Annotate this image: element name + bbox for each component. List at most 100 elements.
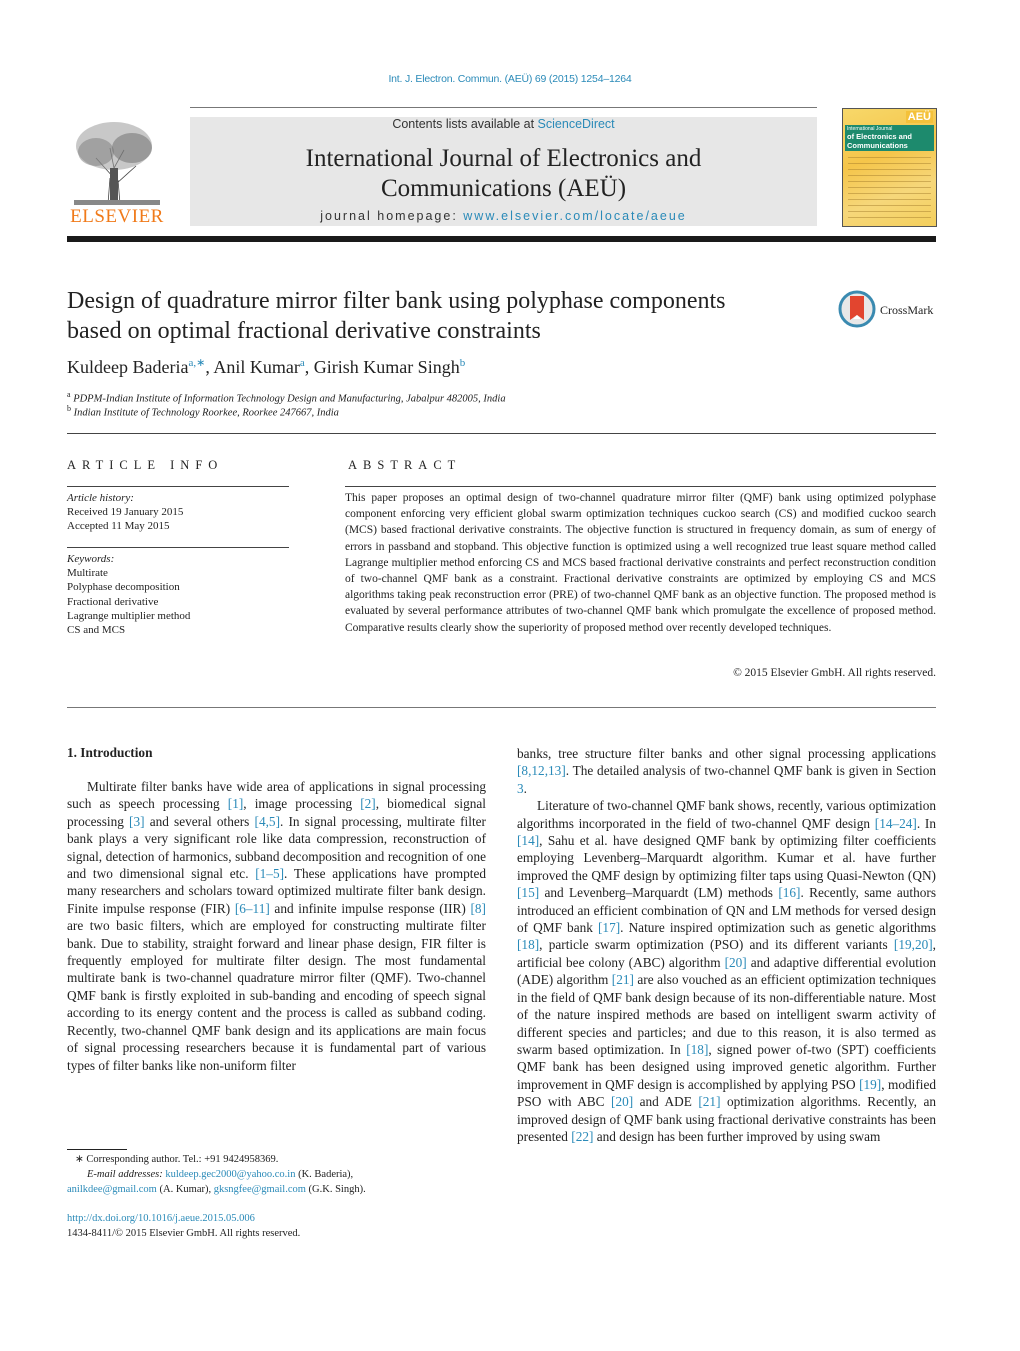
paragraph: banks, tree structure filter banks and o… — [517, 746, 936, 796]
footnote-rule — [67, 1149, 127, 1150]
author-name[interactable]: Anil Kumar — [213, 357, 299, 377]
reference-link[interactable]: [19] — [859, 1077, 881, 1092]
abstract-copyright: © 2015 Elsevier GmbH. All rights reserve… — [733, 667, 936, 679]
elsevier-wordmark: ELSEVIER — [70, 206, 164, 227]
affiliation-marker: b — [67, 404, 71, 413]
reference-link[interactable]: [18] — [517, 937, 539, 952]
reference-link[interactable]: [20] — [611, 1094, 633, 1109]
article-history-label: Article history: — [67, 492, 134, 504]
cover-title-line-2: of Electronics and — [847, 132, 913, 141]
reference-link[interactable]: [1] — [228, 796, 244, 811]
author-name[interactable]: Girish Kumar Singh — [314, 357, 460, 377]
reference-link[interactable]: [21] — [698, 1094, 720, 1109]
section-heading-introduction: 1. Introduction — [67, 745, 153, 760]
header-thick-rule — [67, 236, 936, 242]
author-list: Kuldeep Baderiaa,∗, Anil Kumara, Girish … — [67, 357, 466, 377]
header-top-rule — [190, 107, 817, 108]
affiliation-text: Indian Institute of Technology Roorkee, … — [73, 407, 339, 419]
keywords-label: Keywords: — [67, 553, 115, 565]
cover-contents-lines — [848, 157, 931, 218]
received-date: Received 19 January 2015 — [67, 506, 184, 519]
doi-block: http://dx.doi.org/10.1016/j.aeue.2015.05… — [67, 1211, 487, 1241]
reference-link[interactable]: [16] — [778, 885, 800, 900]
reference-link[interactable]: [22] — [571, 1129, 593, 1144]
reference-link[interactable]: [4,5] — [255, 814, 280, 829]
article-title-line-1: Design of quadrature mirror filter bank … — [67, 288, 726, 314]
keywords-divider — [67, 547, 289, 548]
accepted-date: Accepted 11 May 2015 — [67, 520, 170, 533]
reference-link[interactable]: [21] — [612, 972, 634, 987]
cover-title-band: International Journal of Electronics and… — [845, 125, 934, 151]
reference-link[interactable]: 3 — [517, 781, 524, 796]
homepage-label: journal homepage: — [320, 209, 464, 223]
contents-prefix: Contents lists available at — [392, 117, 538, 131]
email-owner: (K. Baderia), — [295, 1169, 354, 1180]
reference-link[interactable]: [20] — [725, 955, 747, 970]
authors-divider — [67, 433, 936, 434]
article-info-divider — [67, 486, 289, 487]
contents-line: Contents lists available at ScienceDirec… — [190, 117, 817, 131]
elsevier-logo[interactable]: ELSEVIER — [66, 118, 168, 228]
author-affiliation-marker[interactable]: a — [300, 357, 305, 369]
email-addresses-line: E-mail addresses: kuldeep.gec2000@yahoo.… — [67, 1167, 487, 1182]
crossmark-badge[interactable]: CrossMark — [838, 290, 938, 330]
affiliation: b Indian Institute of Technology Roorkee… — [67, 404, 339, 419]
abstract-heading: ABSTRACT — [348, 458, 462, 472]
affiliation-text: PDPM-Indian Institute of Information Tec… — [73, 393, 506, 405]
cover-tag: AEÜ — [905, 111, 933, 123]
reference-link[interactable]: [3] — [129, 814, 145, 829]
cover-title-line-3: Communications — [847, 141, 908, 150]
journal-header: Contents lists available at ScienceDirec… — [190, 117, 817, 226]
reference-link[interactable]: [8] — [470, 901, 486, 916]
author-affiliation-marker[interactable]: b — [460, 357, 466, 369]
reference-link[interactable]: [14–24] — [875, 816, 917, 831]
paragraph: Multirate filter banks have wide area of… — [67, 779, 487, 1073]
crossmark-label: CrossMark — [880, 303, 934, 317]
keyword: Lagrange multiplier method — [67, 609, 191, 622]
crossmark-icon — [838, 290, 876, 328]
reference-link[interactable]: [14] — [517, 833, 539, 848]
reference-link[interactable]: [6–11] — [235, 901, 270, 916]
homepage-link[interactable]: www.elsevier.com/locate/aeue — [463, 209, 686, 223]
article-title-line-2: based on optimal fractional derivative c… — [67, 318, 541, 344]
journal-title: International Journal of Electronics and… — [190, 144, 817, 204]
author-name[interactable]: Kuldeep Baderia — [67, 357, 188, 377]
keyword: CS and MCS — [67, 624, 126, 637]
email-link[interactable]: gksngfee@gmail.com — [214, 1184, 306, 1195]
keyword: Fractional derivative — [67, 595, 159, 608]
reference-link[interactable]: [18] — [686, 1042, 708, 1057]
reference-link[interactable]: [1–5] — [255, 866, 284, 881]
article-history: Article history: Received 19 January 201… — [67, 491, 183, 534]
reference-link[interactable]: [8,12,13] — [517, 763, 566, 778]
keyword: Multirate — [67, 567, 108, 580]
issn-copyright: 1434-8411/© 2015 Elsevier GmbH. All righ… — [67, 1228, 301, 1239]
keywords-block: Keywords: Multirate Polyphase decomposit… — [67, 552, 190, 637]
keyword: Polyphase decomposition — [67, 581, 180, 594]
journal-homepage: journal homepage: www.elsevier.com/locat… — [190, 209, 817, 223]
abstract-divider — [345, 486, 936, 487]
email-owner: (A. Kumar), — [156, 1184, 214, 1195]
abstract-text: This paper proposes an optimal design of… — [345, 492, 936, 634]
email-link[interactable]: anilkdee@gmail.com — [67, 1184, 157, 1195]
body-left-column: Multirate filter banks have wide area of… — [67, 778, 486, 1074]
journal-cover-thumbnail[interactable]: AEÜ International Journal of Electronics… — [842, 108, 937, 227]
journal-citation[interactable]: Int. J. Electron. Commun. (AEÜ) 69 (2015… — [0, 73, 1020, 85]
reference-link[interactable]: [19,20] — [894, 937, 933, 952]
article-title: Design of quadrature mirror filter bank … — [67, 286, 827, 346]
reference-link[interactable]: [15] — [517, 885, 539, 900]
email-owner: (G.K. Singh). — [305, 1184, 366, 1195]
corresponding-author-text: ∗ Corresponding author. Tel.: +91 942495… — [75, 1154, 279, 1165]
body-right-column: banks, tree structure filter banks and o… — [517, 745, 936, 1145]
author-affiliation-marker[interactable]: a,∗ — [188, 357, 205, 369]
journal-title-line-2: Communications (AEÜ) — [380, 175, 627, 202]
reference-link[interactable]: [17] — [598, 920, 620, 935]
reference-link[interactable]: [2] — [360, 796, 376, 811]
email-label: E-mail addresses: — [87, 1169, 166, 1180]
sciencedirect-link[interactable]: ScienceDirect — [538, 117, 615, 131]
email-link[interactable]: kuldeep.gec2000@yahoo.co.in — [165, 1169, 295, 1180]
elsevier-tree-icon — [74, 122, 160, 205]
abstract-end-divider — [67, 707, 936, 708]
journal-title-line-1: International Journal of Electronics and — [305, 145, 702, 172]
corresponding-author-footnote: ∗ Corresponding author. Tel.: +91 942495… — [67, 1152, 487, 1197]
doi-link[interactable]: http://dx.doi.org/10.1016/j.aeue.2015.05… — [67, 1213, 255, 1224]
